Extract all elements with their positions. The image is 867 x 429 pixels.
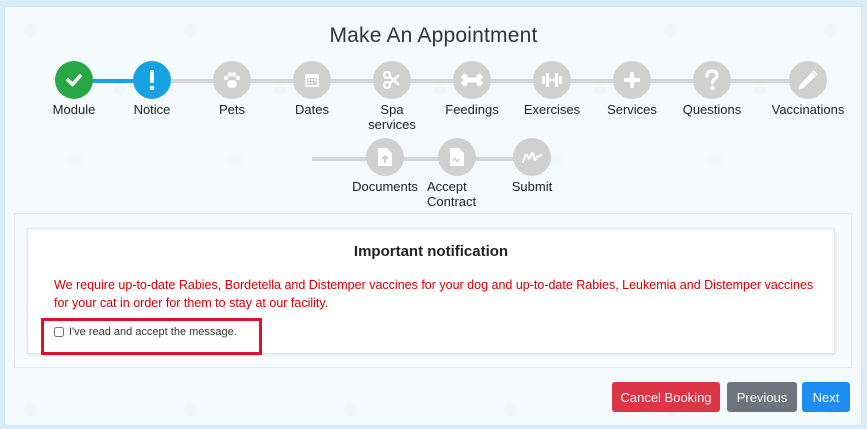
step-module[interactable]: Module bbox=[29, 61, 119, 117]
step-vaccinations[interactable]: Vaccinations bbox=[763, 61, 853, 117]
step-feedings[interactable]: Feedings bbox=[427, 61, 517, 117]
contract-icon bbox=[438, 138, 476, 176]
step-pets[interactable]: Pets bbox=[187, 61, 277, 117]
accept-checkbox-label: I've read and accept the message. bbox=[69, 326, 237, 338]
step-label: Pets bbox=[218, 102, 245, 117]
accept-checkbox-row[interactable]: I've read and accept the message. bbox=[54, 326, 237, 338]
question-icon bbox=[693, 61, 731, 99]
step-label: Feedings bbox=[445, 102, 499, 117]
scissors-icon bbox=[373, 61, 411, 99]
step-connector bbox=[312, 157, 532, 161]
paw-icon bbox=[213, 61, 251, 99]
cancel-booking-button[interactable]: Cancel Booking bbox=[612, 382, 720, 412]
step-label: Exercises bbox=[523, 102, 581, 117]
next-button[interactable]: Next bbox=[802, 382, 850, 412]
plus-icon bbox=[613, 61, 651, 99]
bone-icon bbox=[453, 61, 491, 99]
notice-text: We require up-to-date Rabies, Bordetella… bbox=[54, 278, 814, 310]
document-upload-icon bbox=[366, 138, 404, 176]
step-label: Dates bbox=[295, 102, 329, 117]
step-notice[interactable]: Notice bbox=[107, 61, 197, 117]
step-label: Spa services bbox=[368, 102, 416, 132]
step-label: Submit bbox=[511, 179, 553, 194]
step-label: Vaccinations bbox=[771, 102, 845, 117]
step-submit[interactable]: Submit bbox=[487, 138, 577, 194]
syringe-icon bbox=[789, 61, 827, 99]
step-dates[interactable]: Dates bbox=[267, 61, 357, 117]
accept-checkbox[interactable] bbox=[54, 327, 64, 337]
dumbbell-icon bbox=[533, 61, 571, 99]
notice-title: Important notification bbox=[353, 243, 509, 260]
step-services[interactable]: Services bbox=[587, 61, 677, 117]
previous-button[interactable]: Previous bbox=[727, 382, 797, 412]
step-spa-services[interactable]: Spa services bbox=[347, 61, 437, 132]
step-label: Notice bbox=[133, 102, 171, 117]
step-exercises[interactable]: Exercises bbox=[507, 61, 597, 117]
check-icon bbox=[55, 61, 93, 99]
signature-icon bbox=[513, 138, 551, 176]
calendar-icon bbox=[293, 61, 331, 99]
step-questions[interactable]: Questions bbox=[667, 61, 757, 117]
exclamation-icon bbox=[133, 61, 171, 99]
step-label: Questions bbox=[682, 102, 742, 117]
page-title: Make An Appointment bbox=[329, 24, 538, 47]
step-label: Accept Contract bbox=[427, 179, 477, 209]
step-label: Services bbox=[607, 102, 657, 117]
step-label: Module bbox=[52, 102, 96, 117]
